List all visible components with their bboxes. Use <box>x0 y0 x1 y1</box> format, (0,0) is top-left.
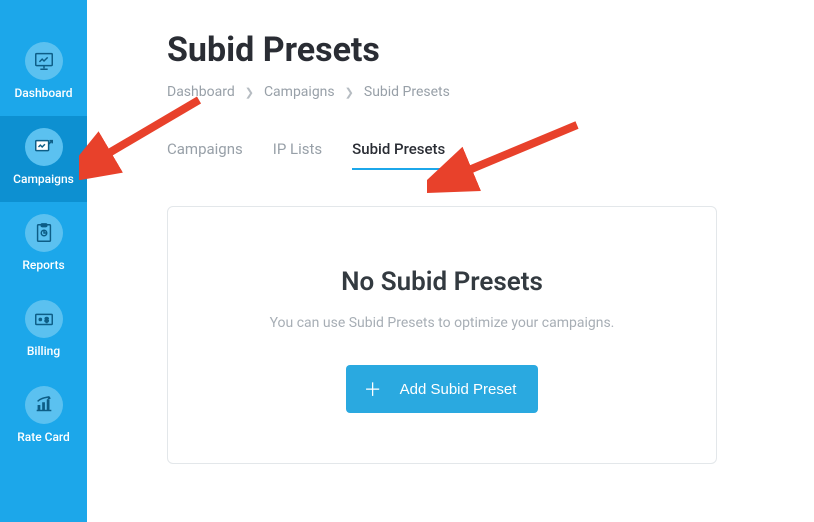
plus-icon: ＋ <box>364 376 382 402</box>
empty-state-title: No Subid Presets <box>188 267 696 297</box>
sidebar-item-rate-card[interactable]: Rate Card <box>0 374 87 460</box>
campaigns-icon <box>25 128 63 166</box>
tabs: Campaigns IP Lists Subid Presets <box>167 140 784 170</box>
breadcrumb-item[interactable]: Dashboard <box>167 84 235 100</box>
empty-state-card: No Subid Presets You can use Subid Prese… <box>167 206 717 464</box>
page-title: Subid Presets <box>167 30 784 70</box>
breadcrumb: Dashboard ❯ Campaigns ❯ Subid Presets <box>167 84 784 100</box>
reports-icon <box>25 214 63 252</box>
sidebar-item-label: Rate Card <box>17 430 70 444</box>
rate-card-icon <box>25 386 63 424</box>
sidebar-item-label: Dashboard <box>14 86 72 100</box>
add-subid-preset-button[interactable]: ＋ Add Subid Preset <box>346 365 539 413</box>
sidebar-item-billing[interactable]: $ Billing <box>0 288 87 374</box>
tab-campaigns[interactable]: Campaigns <box>167 140 243 170</box>
add-button-label: Add Subid Preset <box>400 381 517 398</box>
sidebar: Dashboard Campaigns Reports <box>0 0 87 522</box>
chevron-right-icon: ❯ <box>245 86 254 99</box>
sidebar-item-campaigns[interactable]: Campaigns <box>0 116 87 202</box>
main-content: Subid Presets Dashboard ❯ Campaigns ❯ Su… <box>87 0 814 522</box>
sidebar-item-label: Reports <box>22 258 64 272</box>
dashboard-icon <box>25 42 63 80</box>
empty-state-subtitle: You can use Subid Presets to optimize yo… <box>188 315 696 331</box>
tab-subid-presets[interactable]: Subid Presets <box>352 140 445 170</box>
sidebar-item-reports[interactable]: Reports <box>0 202 87 288</box>
billing-icon: $ <box>25 300 63 338</box>
chevron-right-icon: ❯ <box>345 86 354 99</box>
sidebar-item-label: Billing <box>27 344 60 358</box>
tab-ip-lists[interactable]: IP Lists <box>273 140 322 170</box>
breadcrumb-item: Subid Presets <box>364 84 450 100</box>
breadcrumb-item[interactable]: Campaigns <box>264 84 335 100</box>
sidebar-item-label: Campaigns <box>13 172 74 186</box>
sidebar-item-dashboard[interactable]: Dashboard <box>0 30 87 116</box>
svg-text:$: $ <box>44 317 48 324</box>
